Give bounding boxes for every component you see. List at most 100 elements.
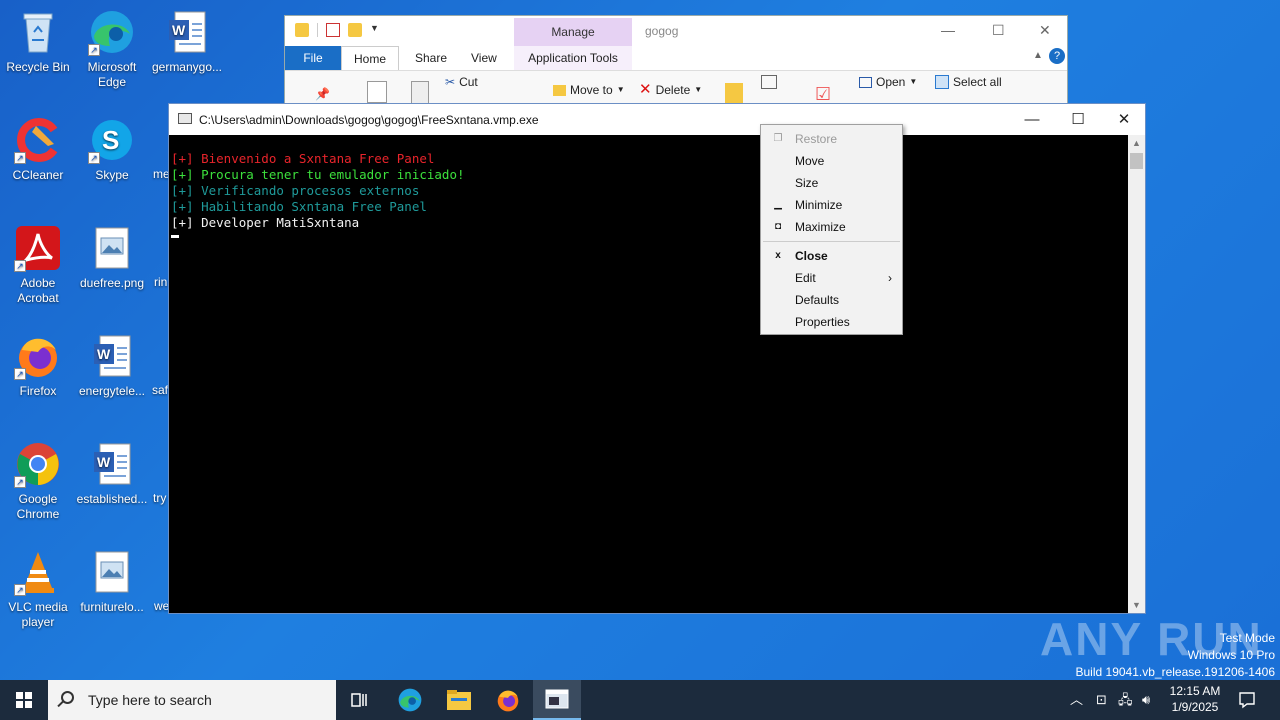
desktop-icon-chrome[interactable]: ↗ Google Chrome [0, 434, 76, 522]
scroll-up-icon[interactable]: ▲ [1128, 135, 1145, 151]
desktop-icon-germanygo[interactable]: W germanygo... [149, 2, 225, 75]
scrollbar-thumb[interactable] [1130, 153, 1143, 169]
menu-item-label: Size [795, 176, 819, 190]
new-folder-icon[interactable] [725, 83, 743, 105]
desktop-icon-label-partial[interactable]: try [153, 491, 166, 505]
console-window[interactable]: C:\Users\admin\Downloads\gogog\gogog\Fre… [168, 103, 1146, 614]
menu-item-properties[interactable]: Properties [761, 311, 902, 333]
menu-item-size[interactable]: Size [761, 172, 902, 194]
open-icon [859, 76, 872, 88]
edge-icon [398, 688, 422, 712]
copy-icon[interactable] [367, 81, 387, 103]
cut-button[interactable]: ✂ Cut [445, 71, 478, 93]
vertical-scrollbar[interactable]: ▲ ▼ [1128, 135, 1145, 613]
svg-text:W: W [172, 22, 186, 38]
maximize-icon[interactable]: ☐ [992, 22, 1005, 39]
scroll-down-icon[interactable]: ▼ [1128, 597, 1145, 613]
menu-item-defaults[interactable]: Defaults [761, 289, 902, 311]
properties-check-icon[interactable]: ☑ [815, 83, 831, 105]
volume-icon[interactable]: 🔊︎ [1142, 680, 1150, 720]
pin-icon[interactable]: 📌 [315, 83, 330, 105]
maximize-button[interactable]: ☐ [1055, 104, 1101, 135]
paste-icon[interactable] [411, 81, 429, 105]
explorer-titlebar[interactable]: ▼ Manage gogog — ☐ ✕ [285, 16, 1067, 46]
minimize-icon[interactable]: — [941, 22, 955, 38]
manage-contextual-tab[interactable]: Manage [514, 18, 632, 46]
taskbar-edge[interactable] [386, 680, 434, 720]
desktop-icon-label-partial[interactable]: rin [154, 275, 167, 289]
chevron-down-icon[interactable]: ▼ [370, 23, 384, 37]
console-titlebar[interactable]: C:\Users\admin\Downloads\gogog\gogog\Fre… [169, 104, 1145, 135]
desktop-icon-vlc[interactable]: ↗ VLC media player [0, 542, 76, 630]
desktop-icon-label: Google Chrome [16, 492, 60, 521]
restore-icon: ❐ [773, 133, 783, 144]
desktop-icon-edge[interactable]: ↗ Microsoft Edge [74, 2, 150, 90]
desktop-icon-skype[interactable]: S ↗ Skype [74, 110, 150, 183]
desktop-icon-acrobat[interactable]: ↗ Adobe Acrobat [0, 218, 76, 306]
copy-path-icon[interactable] [761, 75, 777, 89]
menu-item-label: Move [795, 154, 825, 168]
menu-item-close[interactable]: x Close [761, 245, 902, 267]
desktop-icon-energytele[interactable]: W energytele... [74, 326, 150, 399]
watermark-line: Test Mode [1219, 631, 1275, 645]
network-icon[interactable]: 🖧 [1118, 680, 1133, 720]
tab-application-tools[interactable]: Application Tools [514, 46, 632, 70]
properties-icon[interactable] [326, 23, 340, 37]
maximize-icon: ◘ [774, 221, 782, 232]
show-hidden-icons-button[interactable]: ︿ [1070, 680, 1083, 720]
clock-time: 12:15 AM [1169, 684, 1221, 698]
collapse-ribbon-icon[interactable]: ▲ [1033, 50, 1043, 61]
open-button[interactable]: Open ▼ [859, 71, 917, 93]
shortcut-arrow-icon: ↗ [14, 476, 26, 488]
tab-home[interactable]: Home [341, 46, 400, 70]
console-line: [+] Developer MatiSxntana [171, 215, 360, 230]
folder-icon [553, 84, 566, 96]
desktop-icon-ccleaner[interactable]: ↗ CCleaner [0, 110, 76, 183]
close-icon[interactable]: ✕ [1039, 22, 1051, 39]
cut-label: Cut [459, 75, 478, 89]
start-button[interactable] [0, 680, 48, 720]
desktop-icon-firefox[interactable]: ↗ Firefox [0, 326, 76, 399]
desktop-icon-furniturelo[interactable]: furniturelo... [74, 542, 150, 615]
taskbar-firefox[interactable] [484, 680, 532, 720]
menu-item-edit[interactable]: Edit › [761, 267, 902, 289]
network-status-icon[interactable]: ⊡ [1096, 680, 1107, 720]
watermark-line: Build 19041.vb_release.191206-1406 [1075, 665, 1276, 679]
console-output[interactable]: [+] Bienvenido a Sxntana Free Panel [+] … [169, 135, 1129, 613]
console-app-icon[interactable] [178, 113, 192, 124]
taskbar-search-box[interactable]: Type here to search [48, 680, 336, 720]
file-explorer-window[interactable]: ▼ Manage gogog — ☐ ✕ File Home Share Vie… [284, 15, 1068, 110]
folder-icon[interactable] [295, 23, 309, 37]
taskbar: Type here to search ︿ ⊡ 🖧 🔊︎ 12:15 AM 1/… [0, 680, 1280, 720]
desktop-icon-recycle-bin[interactable]: Recycle Bin [0, 2, 76, 75]
taskbar-console-app[interactable] [533, 680, 581, 720]
tab-file[interactable]: File [285, 46, 341, 70]
tab-view[interactable]: View [459, 46, 509, 70]
desktop-icon-label-partial[interactable]: saf [152, 383, 168, 397]
menu-separator [763, 241, 900, 242]
help-icon[interactable]: ? [1049, 48, 1065, 64]
shortcut-arrow-icon: ↗ [14, 368, 26, 380]
desktop-icon-duefree[interactable]: duefree.png [74, 218, 150, 291]
menu-item-move[interactable]: Move [761, 150, 902, 172]
shortcut-arrow-icon: ↗ [14, 260, 26, 272]
svg-text:W: W [97, 346, 111, 362]
minimize-button[interactable]: — [1009, 104, 1055, 135]
menu-item-maximize[interactable]: ◘ Maximize [761, 216, 902, 238]
menu-item-label: Properties [795, 315, 850, 329]
select-all-button[interactable]: Select all [935, 71, 1002, 93]
task-view-button[interactable] [336, 680, 384, 720]
menu-item-minimize[interactable]: ▁ Minimize [761, 194, 902, 216]
taskbar-file-explorer[interactable] [435, 680, 483, 720]
ribbon-tabs: File Home Share View Application Tools ▲… [285, 46, 1067, 70]
close-button[interactable]: ✕ [1101, 104, 1147, 135]
menu-item-restore[interactable]: ❐ Restore [761, 128, 902, 150]
move-to-button[interactable]: Move to ▼ [553, 79, 625, 101]
notification-center-button[interactable] [1238, 680, 1258, 720]
delete-button[interactable]: ✕ Delete ▼ [639, 79, 702, 101]
new-folder-icon[interactable] [348, 23, 362, 37]
tab-share[interactable]: Share [403, 46, 459, 70]
search-icon [61, 691, 74, 704]
desktop-icon-established[interactable]: W established... [74, 434, 150, 507]
taskbar-clock[interactable]: 12:15 AM 1/9/2025 [1160, 683, 1230, 715]
